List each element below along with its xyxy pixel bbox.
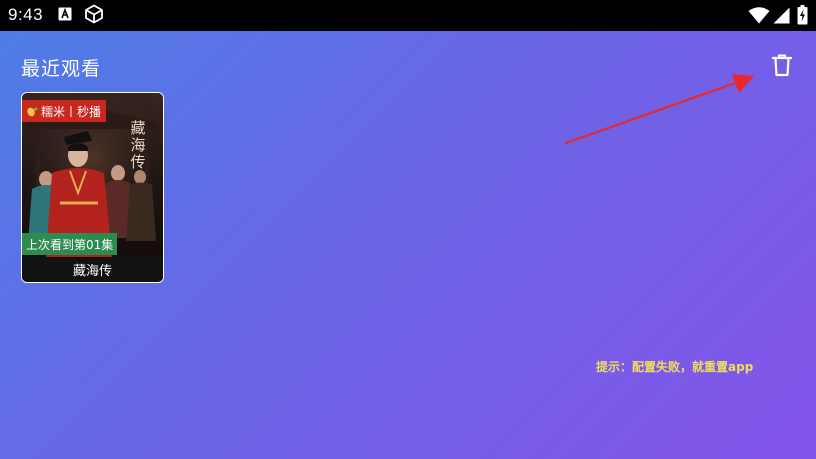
page-title: 最近观看: [21, 58, 102, 80]
svg-text:藏: 藏: [130, 119, 145, 137]
rice-icon: [27, 107, 38, 116]
signal-icon: [773, 7, 790, 28]
hint-text: 提示：配置失败，就重置app: [596, 360, 754, 374]
status-bar: 9:43: [0, 0, 816, 31]
status-time: 9:43: [8, 5, 44, 24]
watch-progress-badge: 上次看到第01集: [22, 233, 118, 255]
battery-icon: [797, 5, 808, 29]
trash-icon: [772, 54, 792, 76]
svg-text:传: 传: [130, 153, 145, 171]
clear-history-button[interactable]: [768, 51, 796, 79]
source-badge: 糯米丨秒播: [22, 100, 107, 122]
card-title: 藏海传: [22, 257, 163, 282]
cube-icon: [84, 4, 104, 28]
svg-text:海: 海: [130, 136, 145, 154]
source-badge-label: 糯米丨秒播: [41, 104, 102, 119]
app-screen: 9:43 最近观看 藏 海 传 糯米丨秒播 上次看到第01集 藏海传 提示：配置…: [0, 0, 816, 459]
wifi-icon: [748, 7, 770, 28]
a-notification-icon: [58, 6, 72, 25]
history-item-card[interactable]: 藏 海 传 糯米丨秒播 上次看到第01集 藏海传: [21, 92, 164, 283]
